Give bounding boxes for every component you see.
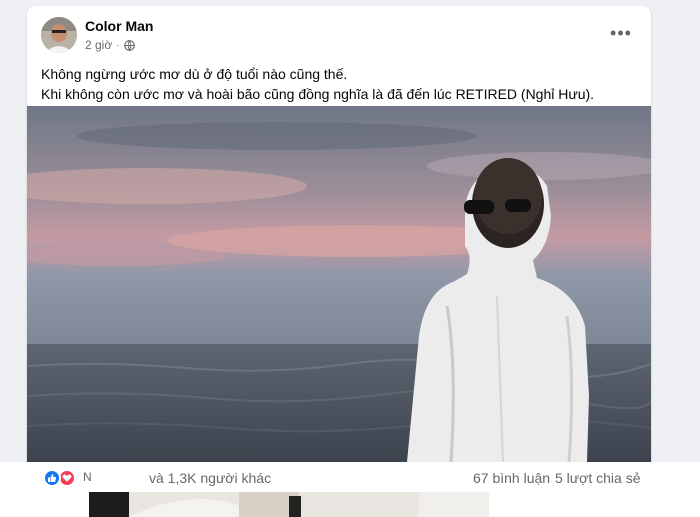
- globe-icon[interactable]: [123, 39, 135, 51]
- reaction-partial-name: Ν: [83, 470, 92, 484]
- reactions-bar: Ν và 1,3K người khác 67 bình luận 5 lượt…: [27, 462, 651, 492]
- post-time[interactable]: 2 giờ: [85, 38, 112, 52]
- next-post-photo-peek: [89, 492, 489, 517]
- comments-count[interactable]: 67 bình luận: [473, 470, 550, 486]
- post-text-line-2: Khi không còn ước mơ và hoài bão cũng đồ…: [41, 86, 595, 102]
- post-meta: 2 giờ ·: [85, 38, 135, 52]
- reaction-summary[interactable]: và 1,3K người khác: [149, 470, 271, 486]
- reaction-icons[interactable]: [43, 469, 76, 487]
- author-avatar[interactable]: [41, 17, 77, 53]
- post-photo[interactable]: [27, 106, 651, 462]
- more-options-button[interactable]: •••: [607, 22, 635, 44]
- like-icon: [43, 469, 61, 487]
- meta-separator: ·: [116, 39, 120, 51]
- post-text: Không ngừng ước mơ dù ở độ tuổi nào cũng…: [41, 64, 641, 104]
- post-header: Color Man 2 giờ · •••: [27, 6, 651, 60]
- post-text-line-1: Không ngừng ước mơ dù ở độ tuổi nào cũng…: [41, 66, 348, 82]
- shares-count[interactable]: 5 lượt chia sẻ: [555, 470, 640, 486]
- author-name[interactable]: Color Man: [85, 18, 153, 34]
- post-card: Color Man 2 giờ · ••• Không ngừng ước mơ…: [27, 6, 651, 462]
